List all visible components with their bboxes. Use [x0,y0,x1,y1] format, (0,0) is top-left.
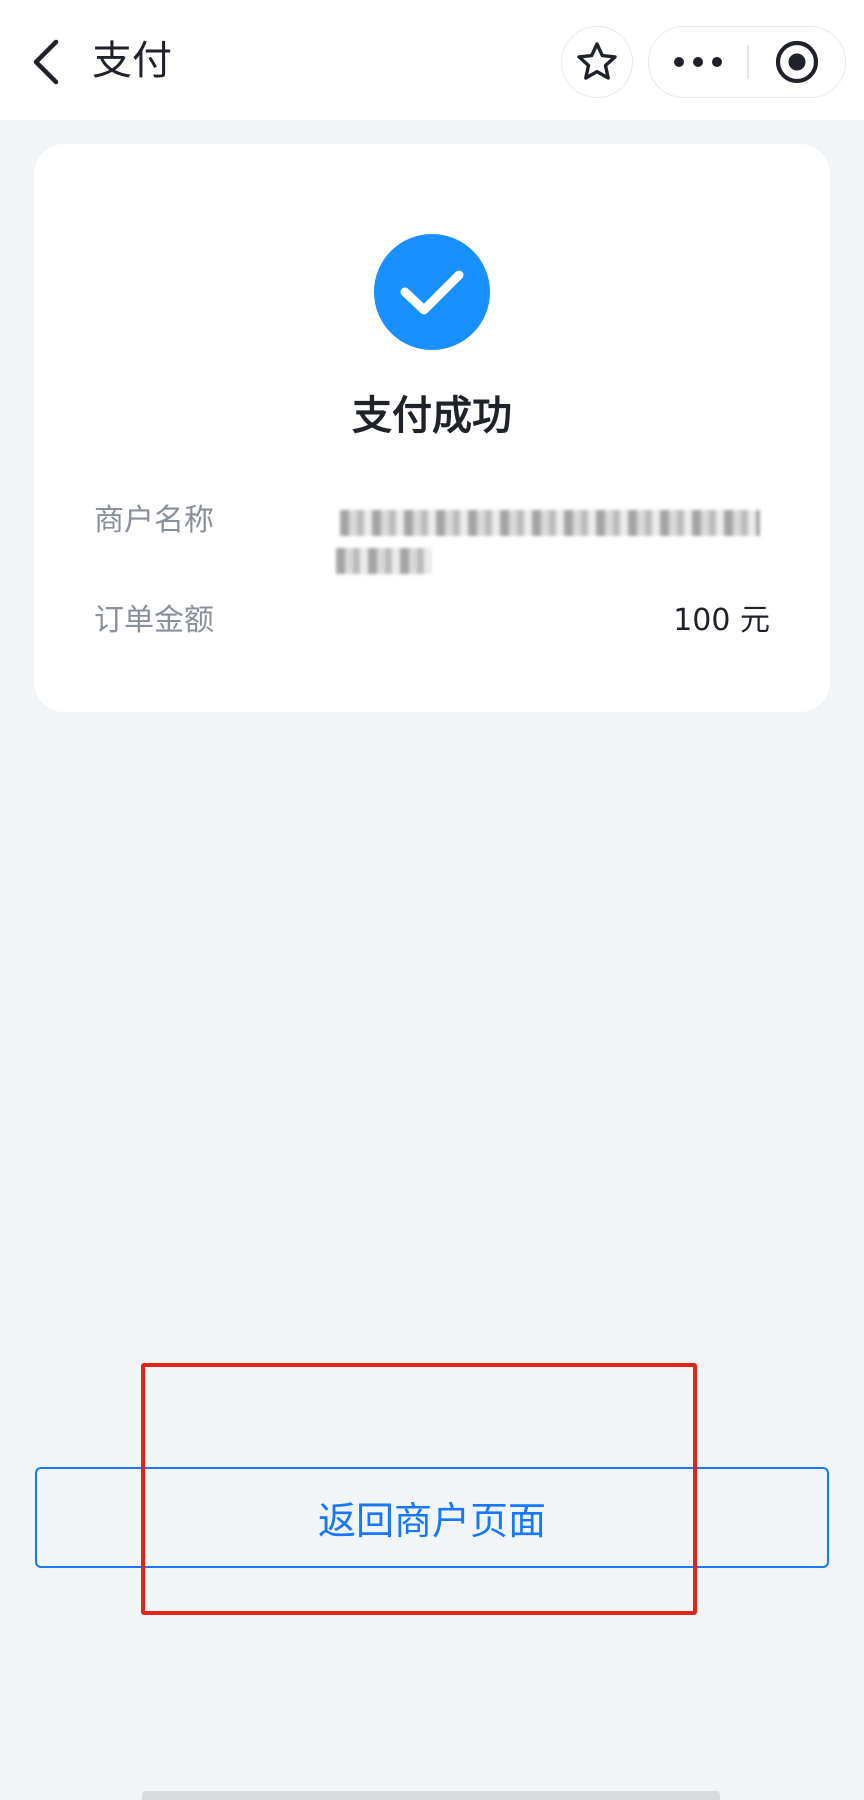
close-miniprogram-button[interactable] [749,27,845,97]
page-title: 支付 [92,38,172,84]
obscured-text-line [340,510,760,536]
more-button[interactable] [649,27,747,97]
back-button[interactable] [24,34,74,90]
menu-capsule [648,26,846,98]
check-circle-icon [374,234,490,350]
navigation-bar: 支付 [0,0,864,120]
target-circle-icon [775,40,819,84]
payment-status-title: 支付成功 [352,393,512,439]
payment-result-card: 支付成功 商户名称 订单金额 100 元 [34,144,830,712]
chevron-left-icon [33,39,59,85]
more-horizontal-icon [674,57,722,67]
obscured-text-line [336,548,432,574]
merchant-name-value-obscured [336,502,760,584]
order-amount-value: 100 元 [673,603,770,638]
star-outline-icon [577,42,617,80]
home-indicator [142,1791,720,1800]
favorite-button[interactable] [561,26,633,98]
merchant-name-label: 商户名称 [94,503,214,538]
order-amount-label: 订单金额 [94,603,214,638]
return-to-merchant-button[interactable]: 返回商户页面 [35,1467,829,1568]
